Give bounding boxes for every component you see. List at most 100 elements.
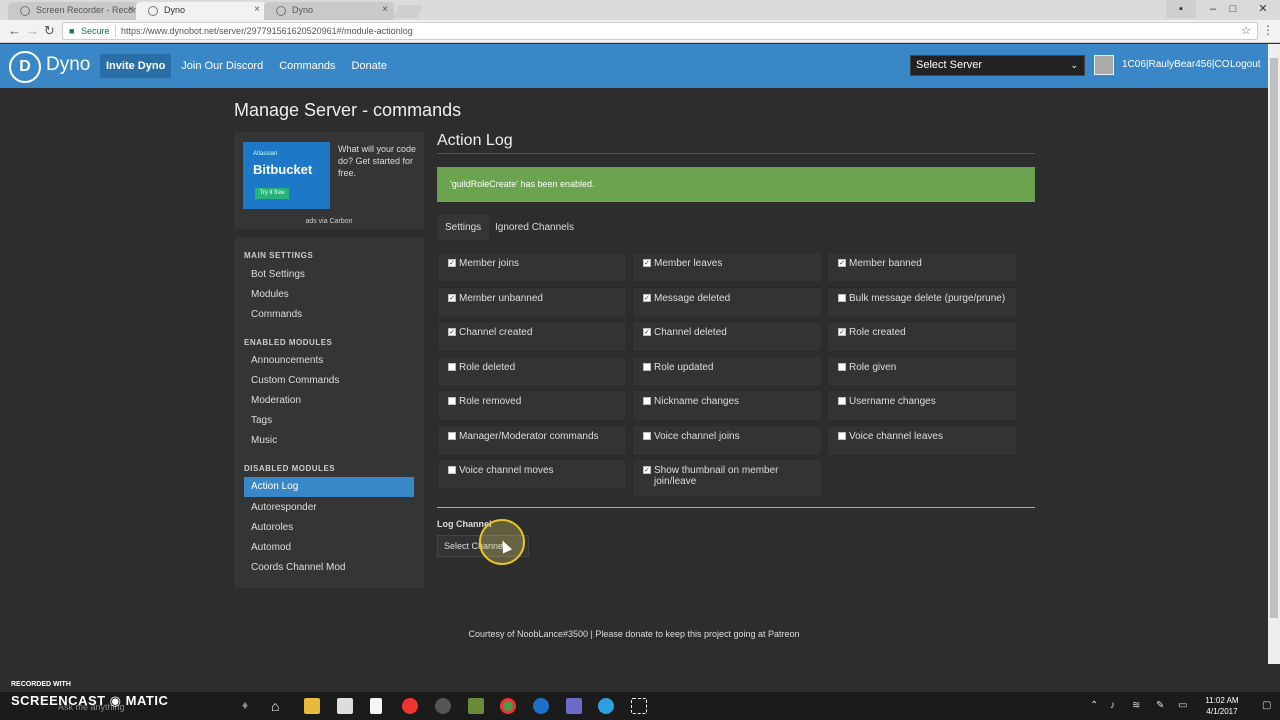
event-option[interactable]: Voice channel moves: [437, 459, 627, 490]
chrome-icon[interactable]: [500, 698, 516, 714]
discord-icon[interactable]: [566, 698, 582, 714]
event-option[interactable]: Voice channel joins: [632, 425, 822, 456]
ad-via[interactable]: ads via Carbon: [234, 218, 424, 225]
volume-icon[interactable]: ♪: [1110, 700, 1115, 711]
checkbox-unchecked-icon[interactable]: [838, 294, 846, 302]
checkbox-unchecked-icon[interactable]: [838, 397, 846, 405]
ad-image[interactable]: Atlassian Bitbucket Try it free: [243, 142, 330, 209]
avatar[interactable]: [1094, 55, 1114, 75]
carbon-ad[interactable]: Atlassian Bitbucket Try it free What wil…: [234, 132, 424, 229]
dyno-logo-icon[interactable]: D: [9, 51, 41, 83]
event-option[interactable]: Username changes: [827, 390, 1017, 421]
event-option[interactable]: Role updated: [632, 356, 822, 387]
sidebar-item-action-log[interactable]: Action Log: [244, 477, 414, 497]
checkbox-unchecked-icon[interactable]: [838, 363, 846, 371]
ad-text[interactable]: What will your code do? Get started for …: [338, 143, 420, 179]
keyboard-icon[interactable]: ▭: [1178, 700, 1187, 711]
checkbox-checked-icon[interactable]: ✓: [643, 259, 651, 267]
checkbox-unchecked-icon[interactable]: [448, 363, 456, 371]
username[interactable]: 1C06|RaulyBear456|CO: [1122, 59, 1229, 70]
cloud-app-icon[interactable]: [402, 698, 418, 714]
checkbox-unchecked-icon[interactable]: [643, 363, 651, 371]
sidebar-item-bot-settings[interactable]: Bot Settings: [251, 269, 305, 280]
nav-link-invite-dyno[interactable]: Invite Dyno: [100, 54, 172, 78]
event-option[interactable]: Bulk message delete (purge/prune): [827, 287, 1017, 318]
maximize-icon[interactable]: □: [1218, 0, 1248, 18]
event-option[interactable]: ✓ Member joins: [437, 252, 627, 283]
event-option[interactable]: ✓ Channel deleted: [632, 321, 822, 352]
back-icon[interactable]: ←: [8, 23, 21, 39]
checkbox-unchecked-icon[interactable]: [448, 466, 456, 474]
tab-settings[interactable]: Settings: [437, 215, 490, 240]
headphones-icon[interactable]: [435, 698, 451, 714]
new-tab-button[interactable]: [393, 5, 423, 18]
url-field[interactable]: ■ Secure https://www.dynobot.net/server/…: [62, 22, 1258, 40]
profile-icon[interactable]: ▪: [1166, 0, 1196, 18]
event-option[interactable]: ✓ Member banned: [827, 252, 1017, 283]
microphone-icon[interactable]: ♦: [242, 698, 252, 714]
checkbox-checked-icon[interactable]: ✓: [643, 466, 651, 474]
event-option[interactable]: Role removed: [437, 390, 627, 421]
wifi-icon[interactable]: ≋: [1132, 700, 1140, 711]
sidebar-item-commands[interactable]: Commands: [251, 309, 302, 320]
close-icon[interactable]: ×: [254, 4, 260, 15]
forward-icon[interactable]: →: [26, 23, 39, 39]
event-option[interactable]: Role given: [827, 356, 1017, 387]
checkbox-unchecked-icon[interactable]: [643, 432, 651, 440]
close-icon[interactable]: ×: [128, 4, 134, 15]
window-close-icon[interactable]: ✕: [1248, 0, 1278, 18]
pen-icon[interactable]: ✎: [1156, 700, 1164, 711]
sidebar-item-autoroles[interactable]: Autoroles: [251, 522, 293, 533]
event-option[interactable]: ✓ Member leaves: [632, 252, 822, 283]
checkbox-checked-icon[interactable]: ✓: [448, 328, 456, 336]
taskbar-clock[interactable]: 11:02 AM 4/1/2017: [1200, 695, 1244, 717]
snipping-tool-icon[interactable]: [631, 698, 647, 714]
browser-menu-icon[interactable]: ⋮: [1262, 23, 1274, 37]
event-option[interactable]: ✓ Role created: [827, 321, 1017, 352]
skype-icon[interactable]: [598, 698, 614, 714]
event-option[interactable]: ✓ Member unbanned: [437, 287, 627, 318]
checkbox-unchecked-icon[interactable]: [448, 397, 456, 405]
checkbox-checked-icon[interactable]: ✓: [448, 259, 456, 267]
browser-tab-dyno-active[interactable]: Dyno ×: [136, 2, 266, 20]
tab-ignored-channels[interactable]: Ignored Channels: [487, 215, 582, 240]
sidebar-item-music[interactable]: Music: [251, 435, 277, 446]
sidebar-item-custom-commands[interactable]: Custom Commands: [251, 375, 339, 386]
home-icon[interactable]: ⌂: [271, 698, 287, 714]
server-select[interactable]: Select Server ⌄: [910, 55, 1085, 76]
event-option[interactable]: Manager/Moderator commands: [437, 425, 627, 456]
event-option[interactable]: ✓ Show thumbnail on member join/leave: [632, 459, 822, 497]
checkbox-unchecked-icon[interactable]: [448, 432, 456, 440]
checkbox-unchecked-icon[interactable]: [643, 397, 651, 405]
checkbox-checked-icon[interactable]: ✓: [448, 294, 456, 302]
sidebar-item-coords-channel-mod[interactable]: Coords Channel Mod: [251, 562, 346, 573]
event-option[interactable]: Nickname changes: [632, 390, 822, 421]
sidebar-item-automod[interactable]: Automod: [251, 542, 291, 553]
nav-link-donate[interactable]: Donate: [345, 54, 392, 78]
scrollbar-thumb[interactable]: [1270, 58, 1278, 618]
event-option[interactable]: Role deleted: [437, 356, 627, 387]
nav-link-commands[interactable]: Commands: [273, 54, 341, 78]
document-icon[interactable]: [370, 698, 382, 714]
sidebar-item-announcements[interactable]: Announcements: [251, 355, 323, 366]
checkbox-checked-icon[interactable]: ✓: [643, 328, 651, 336]
store-icon[interactable]: [337, 698, 353, 714]
logout-link[interactable]: Logout: [1230, 59, 1261, 70]
event-option[interactable]: ✓ Message deleted: [632, 287, 822, 318]
notifications-icon[interactable]: ▢: [1262, 700, 1271, 711]
checkbox-checked-icon[interactable]: ✓: [838, 259, 846, 267]
sidebar-item-autoresponder[interactable]: Autoresponder: [251, 502, 317, 513]
browser-tab-dyno[interactable]: Dyno ×: [264, 2, 394, 20]
checkbox-checked-icon[interactable]: ✓: [643, 294, 651, 302]
event-option[interactable]: Voice channel leaves: [827, 425, 1017, 456]
ad-try-button[interactable]: Try it free: [255, 188, 289, 199]
brand-name[interactable]: Dyno: [46, 54, 90, 76]
event-option[interactable]: ✓ Channel created: [437, 321, 627, 352]
minecraft-icon[interactable]: [468, 698, 484, 714]
edge-icon[interactable]: [533, 698, 549, 714]
checkbox-unchecked-icon[interactable]: [838, 432, 846, 440]
browser-tab-screen-recorder[interactable]: Screen Recorder - Recor ×: [8, 2, 140, 20]
file-explorer-icon[interactable]: [304, 698, 320, 714]
reload-icon[interactable]: ↻: [44, 23, 55, 39]
sidebar-item-tags[interactable]: Tags: [251, 415, 272, 426]
